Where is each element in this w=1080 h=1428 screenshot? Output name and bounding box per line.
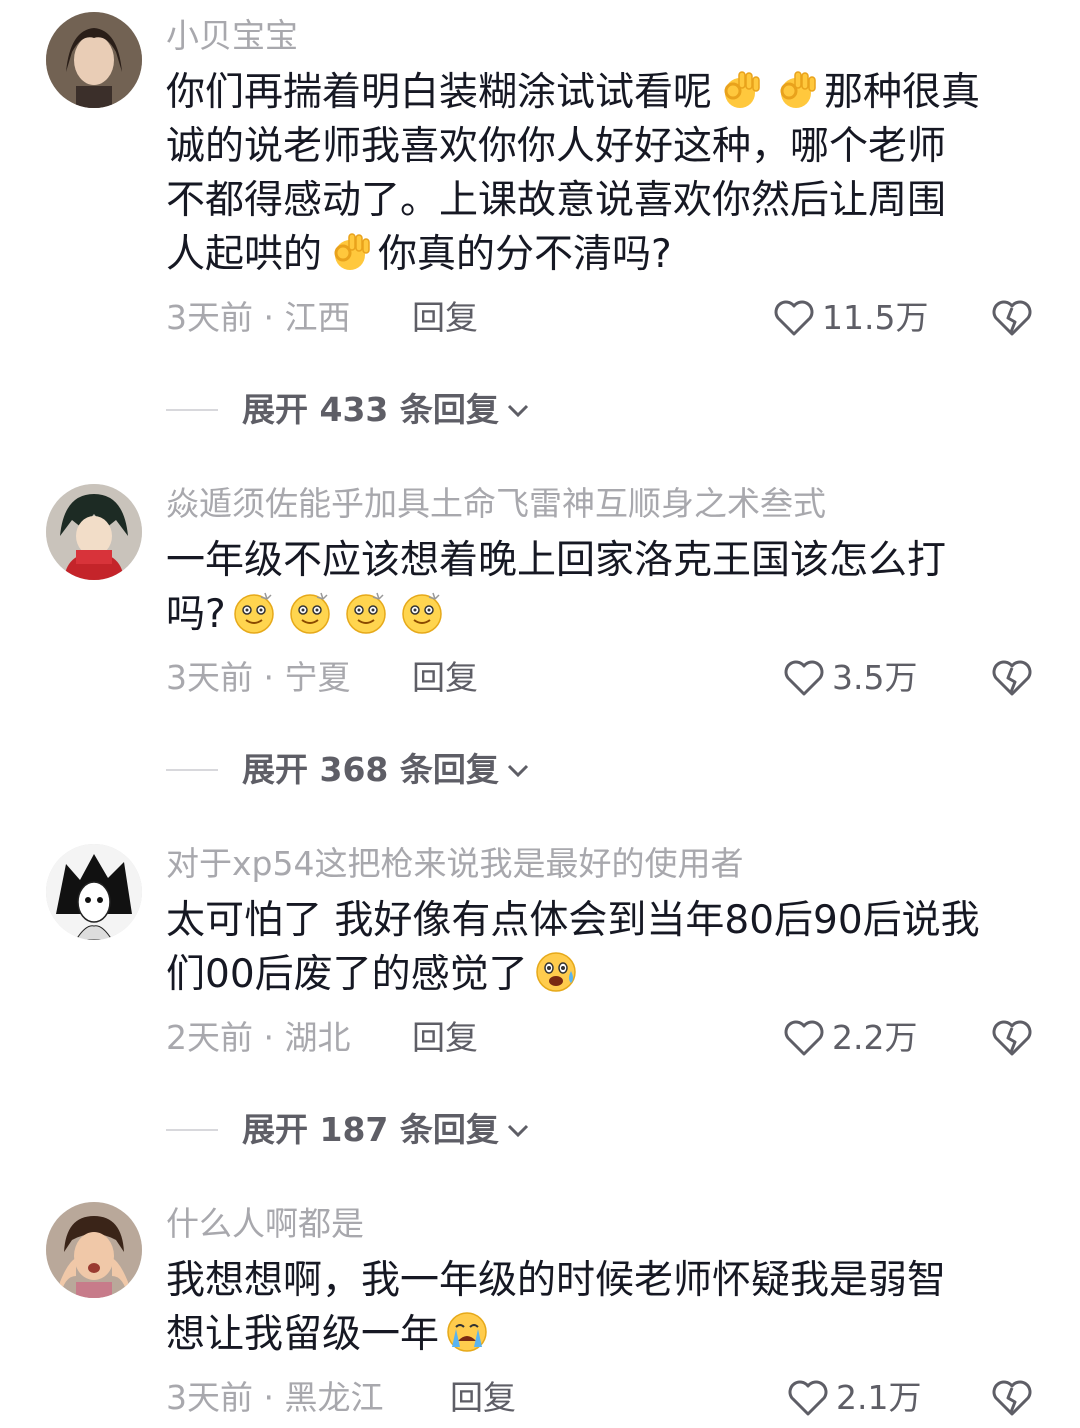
comment-username[interactable]: 小贝宝宝 <box>166 16 298 56</box>
broken-heart-icon[interactable] <box>990 298 1034 338</box>
avatar[interactable] <box>46 1202 142 1298</box>
comment-text-segment: 人起哄的 <box>166 232 323 277</box>
divider-line <box>166 409 218 411</box>
like-button[interactable]: 2.1万 <box>786 1378 921 1418</box>
heart-outline-icon <box>774 300 814 336</box>
comment-text-segment: 太可怕了 我好像有点体会到当年80后90后说我 <box>166 898 980 943</box>
comment-time-location: 3天前 · 宁夏 <box>166 658 351 697</box>
reply-button[interactable]: 回复 <box>450 1378 516 1418</box>
divider-line <box>166 1129 218 1131</box>
like-count: 2.2万 <box>832 1018 918 1057</box>
expand-replies-label: 展开 187 条回复 <box>242 1110 499 1149</box>
broken-heart-icon[interactable] <box>990 658 1034 698</box>
comment-text-segment: 那种很真 <box>824 70 981 115</box>
comment-text-segment: 我想想啊，我一年级的时候老师怀疑我是弱智 <box>166 1258 947 1303</box>
comment-text: 太可怕了 我好像有点体会到当年80后90后说我 们00后废了的感觉了 <box>166 894 1046 1002</box>
avatar[interactable] <box>46 12 142 108</box>
comment-time-location: 3天前 · 江西 <box>166 298 351 337</box>
like-count: 3.5万 <box>832 658 918 697</box>
expand-replies-label: 展开 433 条回复 <box>242 390 499 429</box>
comment-text-segment: 一年级不应该想着晚上回家洛克王国该怎么打 <box>166 538 947 583</box>
comment-username[interactable]: 焱遁须佐能乎加具土命飞雷神互顺身之术叁式 <box>166 484 826 524</box>
comment-text-segment: 不都得感动了。上课故意说喜欢你然后让周围 <box>166 178 947 223</box>
expand-replies-label: 展开 368 条回复 <box>242 750 499 789</box>
ok-hand-emoji <box>773 67 819 113</box>
dizzy-smile-emoji <box>231 589 277 635</box>
like-count: 2.1万 <box>836 1378 922 1417</box>
heart-outline-icon <box>788 1380 828 1416</box>
divider-line <box>166 769 218 771</box>
heart-outline-icon <box>784 660 824 696</box>
comment-text: 一年级不应该想着晚上回家洛克王国该怎么打 吗? <box>166 534 1046 642</box>
like-count: 11.5万 <box>822 298 929 337</box>
broken-heart-icon[interactable] <box>990 1018 1034 1058</box>
reply-button[interactable]: 回复 <box>412 658 478 698</box>
expand-replies-button[interactable]: 展开 368 条回复 <box>166 750 531 790</box>
avatar[interactable] <box>46 844 142 940</box>
broken-heart-icon[interactable] <box>990 1378 1034 1418</box>
chevron-down-icon <box>507 764 528 778</box>
reply-button[interactable]: 回复 <box>412 298 478 338</box>
expand-replies-button[interactable]: 展开 187 条回复 <box>166 1110 531 1150</box>
avatar[interactable] <box>46 484 142 580</box>
comment-time-location: 3天前 · 黑龙江 <box>166 1378 384 1417</box>
scared-emoji <box>533 949 579 995</box>
reply-button[interactable]: 回复 <box>412 1018 478 1058</box>
comment-text: 我想想啊，我一年级的时候老师怀疑我是弱智 想让我留级一年 <box>166 1254 1046 1362</box>
crying-emoji <box>444 1309 490 1355</box>
ok-hand-emoji <box>327 229 373 275</box>
comment-text-segment: 想让我留级一年 <box>166 1312 440 1357</box>
like-button[interactable]: 3.5万 <box>782 658 917 698</box>
comment-text-segment: 们00后废了的感觉了 <box>166 952 528 997</box>
dizzy-smile-emoji <box>287 589 333 635</box>
dizzy-smile-emoji <box>399 589 445 635</box>
comment-text: 你们再揣着明白装糊涂试试看呢 那种很真 诚的说老师我喜欢你你人好好这种，哪个老师 … <box>166 66 1046 282</box>
comment-text-segment: 你真的分不清吗? <box>378 232 672 277</box>
expand-replies-button[interactable]: 展开 433 条回复 <box>166 390 531 430</box>
comment-text-segment: 吗? <box>166 592 226 637</box>
like-button[interactable]: 2.2万 <box>782 1018 917 1058</box>
comment-time-location: 2天前 · 湖北 <box>166 1018 351 1057</box>
comment-text-segment: 你们再揣着明白装糊涂试试看呢 <box>166 70 713 115</box>
heart-outline-icon <box>784 1020 824 1056</box>
chevron-down-icon <box>507 404 528 418</box>
chevron-down-icon <box>507 1124 528 1138</box>
comment-username[interactable]: 什么人啊都是 <box>166 1204 364 1244</box>
comment-username[interactable]: 对于xp54这把枪来说我是最好的使用者 <box>166 844 743 884</box>
ok-hand-emoji <box>717 67 763 113</box>
comment-text-segment: 诚的说老师我喜欢你你人好好这种，哪个老师 <box>166 124 947 169</box>
like-button[interactable]: 11.5万 <box>772 298 928 338</box>
dizzy-smile-emoji <box>343 589 389 635</box>
